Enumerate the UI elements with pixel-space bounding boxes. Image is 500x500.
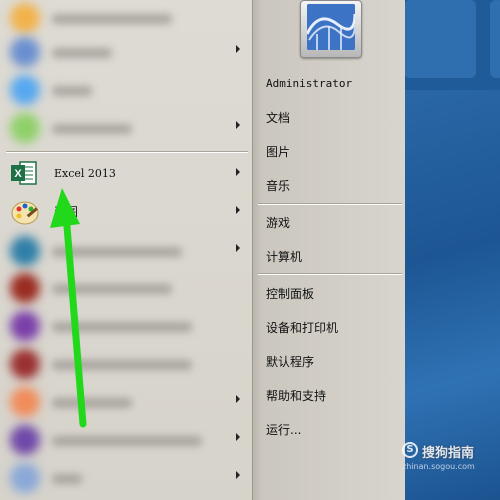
blurred-label: [52, 48, 112, 58]
computer-link[interactable]: 计算机: [266, 248, 302, 265]
submenu-arrow-icon: [236, 244, 240, 252]
app-icon: [10, 311, 40, 341]
program-item[interactable]: [6, 34, 250, 68]
control-panel-link[interactable]: 控制面板: [266, 285, 314, 302]
blurred-label: [52, 398, 132, 408]
watermark-url: zhinan.sogou.com: [402, 462, 475, 471]
program-item-paint[interactable]: 画图: [6, 195, 250, 229]
program-item[interactable]: [6, 0, 250, 34]
devices-printers-link[interactable]: 设备和打印机: [266, 319, 338, 336]
program-item[interactable]: [6, 346, 250, 380]
submenu-arrow-icon: [236, 433, 240, 441]
sogou-logo-icon: S: [402, 442, 418, 458]
app-icon: [10, 425, 40, 455]
default-programs-link[interactable]: 默认程序: [266, 353, 314, 370]
app-icon: [10, 349, 40, 379]
documents-link[interactable]: 文档: [266, 109, 290, 126]
app-icon: [10, 75, 40, 105]
blurred-label: [52, 284, 172, 294]
menu-divider: [258, 204, 402, 205]
run-link[interactable]: 运行...: [266, 421, 301, 438]
watermark: S 搜狗指南 zhinan.sogou.com: [400, 440, 500, 500]
menu-divider: [6, 152, 248, 153]
blurred-label: [52, 247, 182, 257]
app-icon: [10, 37, 40, 67]
submenu-arrow-icon: [236, 471, 240, 479]
blurred-label: [52, 322, 192, 332]
program-item[interactable]: [6, 72, 250, 106]
program-label: Excel 2013: [54, 167, 116, 180]
desktop-tile: [404, 0, 476, 78]
blurred-label: [52, 86, 92, 96]
help-support-link[interactable]: 帮助和支持: [266, 387, 326, 404]
submenu-arrow-icon: [236, 45, 240, 53]
program-label: 画图: [54, 205, 79, 219]
program-item[interactable]: [6, 384, 250, 418]
user-name-link[interactable]: Administrator: [266, 77, 352, 90]
program-item[interactable]: [6, 308, 250, 342]
app-icon: [10, 387, 40, 417]
program-item[interactable]: [6, 233, 250, 267]
submenu-arrow-icon: [236, 206, 240, 214]
games-link[interactable]: 游戏: [266, 214, 290, 231]
program-item[interactable]: [6, 110, 250, 144]
desktop-wallpaper: [404, 90, 500, 500]
excel-icon: X: [11, 161, 37, 185]
desktop-tile: [490, 0, 500, 78]
menu-divider: [258, 274, 402, 275]
paint-icon: [11, 201, 39, 225]
submenu-arrow-icon: [236, 395, 240, 403]
app-icon: [10, 273, 40, 303]
blurred-label: [52, 14, 172, 24]
blurred-label: [52, 360, 192, 370]
program-item[interactable]: [6, 422, 250, 456]
blurred-label: [52, 436, 202, 446]
app-icon: [10, 463, 40, 493]
blurred-label: [52, 474, 82, 484]
app-icon: [10, 236, 40, 266]
program-item[interactable]: [6, 270, 250, 304]
app-icon: [10, 113, 40, 143]
svg-text:X: X: [14, 168, 22, 180]
start-menu-programs-pane: Excel 2013 X 画图: [0, 0, 252, 500]
program-item-excel[interactable]: Excel 2013: [6, 157, 250, 191]
program-item[interactable]: [6, 460, 250, 494]
app-icon: [10, 3, 40, 33]
avatar-ride-icon: [307, 4, 355, 50]
pictures-link[interactable]: 图片: [266, 143, 290, 160]
blurred-label: [52, 124, 132, 134]
watermark-title: 搜狗指南: [422, 446, 475, 461]
avatar-image: [307, 4, 355, 50]
music-link[interactable]: 音乐: [266, 177, 290, 194]
user-avatar[interactable]: [300, 0, 362, 58]
submenu-arrow-icon: [236, 168, 240, 176]
submenu-arrow-icon: [236, 121, 240, 129]
